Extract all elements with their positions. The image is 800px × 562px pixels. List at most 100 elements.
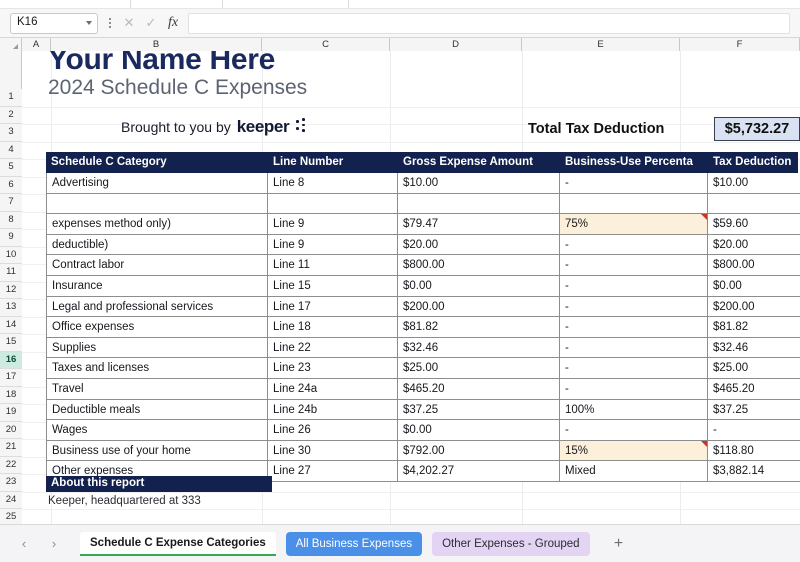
cell-tax-deduction[interactable]: $800.00 (708, 255, 800, 276)
cell-business-use-percent[interactable]: Mixed (560, 461, 708, 482)
cell-tax-deduction[interactable]: $118.80 (708, 440, 800, 462)
cell-category[interactable]: Wages (46, 420, 268, 441)
row-header-12[interactable]: 12 (0, 281, 22, 299)
chevron-down-icon[interactable] (86, 21, 92, 25)
sheet-tab-1[interactable]: Schedule C Expense Categories (80, 531, 276, 556)
cell-category[interactable]: deductible) (46, 234, 268, 256)
column-header-e[interactable]: E (522, 38, 680, 51)
row-header-9[interactable]: 9 (0, 229, 22, 247)
row-header-5[interactable]: 5 (0, 159, 22, 177)
row-header-7[interactable]: 7 (0, 194, 22, 212)
cell-line-number[interactable]: Line 22 (268, 337, 398, 359)
sheet-tab-3[interactable]: Other Expenses - Grouped (432, 531, 590, 556)
sheet-canvas[interactable]: Your Name Here 2024 Schedule C Expenses … (22, 51, 800, 524)
cell-line-number[interactable]: Line 15 (268, 276, 398, 297)
cell-tax-deduction[interactable]: $465.20 (708, 379, 800, 400)
cell-tax-deduction[interactable] (708, 193, 800, 215)
cell-gross-amount[interactable]: $4,202.27 (398, 461, 560, 482)
cell-business-use-percent[interactable]: 15% (560, 440, 708, 462)
table-row[interactable]: Legal and professional services Line 17 $2… (46, 296, 800, 318)
table-row[interactable]: expenses method only) Line 9 $79.47 75% $59.… (46, 214, 800, 235)
cell-tax-deduction[interactable]: $3,882.14 (708, 461, 800, 482)
select-all-corner[interactable] (0, 38, 22, 51)
cell-category[interactable]: Advertising (46, 173, 268, 194)
cell-line-number[interactable]: Line 9 (268, 234, 398, 256)
cell-line-number[interactable]: Line 23 (268, 358, 398, 379)
cell-category[interactable]: Business use of your home (46, 440, 268, 462)
row-header-6[interactable]: 6 (0, 176, 22, 194)
cell-gross-amount[interactable]: $81.82 (398, 317, 560, 338)
cell-gross-amount[interactable]: $200.00 (398, 296, 560, 318)
cell-tax-deduction[interactable]: $20.00 (708, 234, 800, 256)
cell-tax-deduction[interactable]: $10.00 (708, 173, 800, 194)
row-header-18[interactable]: 18 (0, 386, 22, 404)
cell-business-use-percent[interactable]: 75% (560, 214, 708, 235)
row-header-8[interactable]: 8 (0, 211, 22, 229)
column-header-b[interactable]: B (51, 38, 262, 51)
cell-category[interactable]: Travel (46, 379, 268, 400)
row-header-20[interactable]: 20 (0, 421, 22, 439)
table-row[interactable]: Travel Line 24a $465.20- $465.20 (46, 379, 800, 400)
cell-tax-deduction[interactable]: $32.46 (708, 337, 800, 359)
function-icon[interactable]: fx (162, 12, 184, 34)
cell-tax-deduction[interactable]: $25.00 (708, 358, 800, 379)
row-header-22[interactable]: 22 (0, 456, 22, 474)
cell-business-use-percent[interactable]: - (560, 296, 708, 318)
cell-line-number[interactable]: Line 11 (268, 255, 398, 276)
cell-business-use-percent[interactable]: - (560, 255, 708, 276)
cell-line-number[interactable]: Line 27 (268, 461, 398, 482)
cell-business-use-percent[interactable]: - (560, 317, 708, 338)
row-header-23[interactable]: 23 (0, 474, 22, 492)
cell-line-number[interactable]: Line 24a (268, 379, 398, 400)
comment-marker-icon[interactable] (701, 214, 707, 221)
chevron-right-icon[interactable]: › (44, 533, 64, 555)
row-header-10[interactable]: 10 (0, 246, 22, 264)
cell-gross-amount[interactable]: $79.47 (398, 214, 560, 235)
cell-line-number[interactable]: Line 18 (268, 317, 398, 338)
comment-marker-icon[interactable] (701, 440, 707, 447)
cell-line-number[interactable]: Line 24b (268, 399, 398, 421)
cell-business-use-percent[interactable]: - (560, 173, 708, 194)
cell-gross-amount[interactable]: $465.20 (398, 379, 560, 400)
column-header-d[interactable]: D (390, 38, 522, 51)
formula-input[interactable] (188, 12, 790, 34)
cell-gross-amount[interactable] (398, 193, 560, 215)
cell-tax-deduction[interactable]: $200.00 (708, 296, 800, 318)
cell-tax-deduction[interactable]: $37.25 (708, 399, 800, 421)
cell-business-use-percent[interactable]: - (560, 420, 708, 441)
cell-category[interactable]: Supplies (46, 337, 268, 359)
cell-business-use-percent[interactable] (560, 193, 708, 215)
column-header-f[interactable]: F (680, 38, 800, 51)
cell-business-use-percent[interactable]: - (560, 234, 708, 256)
cell-line-number[interactable]: Line 8 (268, 173, 398, 194)
cell-category[interactable]: Deductible meals (46, 399, 268, 421)
cell-gross-amount[interactable]: $32.46 (398, 337, 560, 359)
row-header-14[interactable]: 14 (0, 316, 22, 334)
table-row[interactable]: Office expenses Line 18 $81.82- $81.82 (46, 317, 800, 338)
cell-gross-amount[interactable]: $800.00 (398, 255, 560, 276)
cell-gross-amount[interactable]: $25.00 (398, 358, 560, 379)
cell-gross-amount[interactable]: $0.00 (398, 420, 560, 441)
total-deduction-value[interactable]: $5,732.27 (714, 117, 800, 141)
kebab-menu-icon[interactable] (102, 13, 118, 34)
sheet-tab-2[interactable]: All Business Expenses (285, 531, 423, 556)
row-header-19[interactable]: 19 (0, 404, 22, 422)
row-header-21[interactable]: 21 (0, 439, 22, 457)
cell-category[interactable]: expenses method only) (46, 214, 268, 235)
cell-gross-amount[interactable]: $37.25 (398, 399, 560, 421)
cell-category[interactable]: Taxes and licenses (46, 358, 268, 379)
cell-business-use-percent[interactable]: - (560, 276, 708, 297)
table-row[interactable] (46, 193, 800, 215)
cell-line-number[interactable]: Line 9 (268, 214, 398, 235)
row-header-3[interactable]: 3 (0, 124, 22, 142)
cell-category[interactable]: Insurance (46, 276, 268, 297)
cell-tax-deduction[interactable]: $0.00 (708, 276, 800, 297)
cell-line-number[interactable] (268, 193, 398, 215)
cell-gross-amount[interactable]: $0.00 (398, 276, 560, 297)
check-icon[interactable]: ✓ (140, 12, 162, 34)
row-header-1[interactable]: 1 (0, 89, 22, 107)
table-row[interactable]: Deductible meals Line 24b $37.25 100% $37.25 (46, 399, 800, 421)
cell-business-use-percent[interactable]: - (560, 379, 708, 400)
table-row[interactable]: Advertising Line 8 $10.00- $10.00 (46, 173, 800, 194)
cell-tax-deduction[interactable]: $81.82 (708, 317, 800, 338)
